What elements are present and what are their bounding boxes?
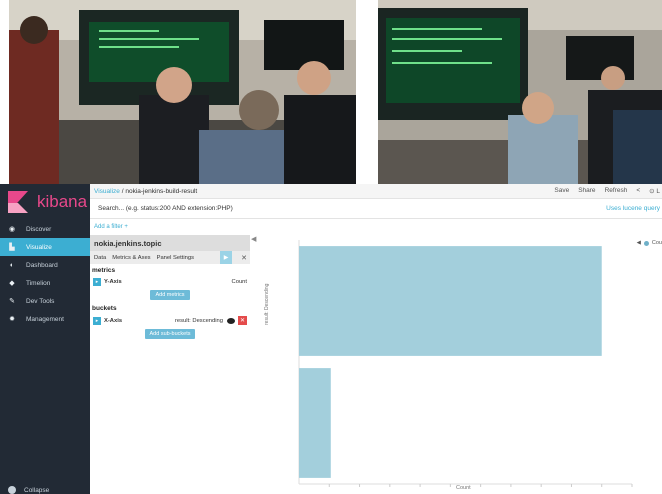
tab-panel-settings[interactable]: Panel Settings (157, 255, 194, 261)
sidebar-item-label: Dashboard (26, 261, 58, 269)
visualization-area: result: Descending ◀ Cou Count (262, 235, 662, 494)
meeting-photo-right (378, 0, 662, 184)
x-axis-label: Count (456, 485, 471, 491)
compass-icon: ◉ (8, 226, 16, 233)
share-button[interactable]: Share (578, 187, 595, 195)
sidebar-item-label: Discover (26, 225, 52, 233)
meeting-photo-left (9, 0, 356, 184)
search-bar: Search... (e.g. status:200 AND extension… (90, 199, 662, 219)
filter-bar: Add a filter + (90, 219, 662, 235)
gear-icon: ✹ (9, 316, 15, 323)
sidebar-item-management[interactable]: ✹ Management (0, 310, 90, 328)
expand-toggle-icon[interactable]: ▸ (93, 278, 101, 286)
bucket-x-axis-row[interactable]: ▸ X-Axis result: Descending ✕ (90, 314, 250, 327)
breadcrumb-current: nokia-jenkins-build-result (125, 187, 198, 195)
sidebar-item-label: Timelion (26, 279, 51, 287)
sidebar-item-discover[interactable]: ◉ Discover (0, 220, 90, 238)
legend: ◀ Cou (637, 240, 662, 246)
chevron-left-icon[interactable]: < (636, 187, 640, 195)
photo-right (378, 0, 662, 184)
metrics-heading: metrics (92, 267, 116, 274)
bucket-value: result: Descending (174, 317, 223, 324)
kibana-wordmark: kibana (37, 192, 88, 211)
y-axis-label: result: Descending (264, 283, 270, 325)
legend-toggle-icon[interactable]: ◀ (637, 240, 641, 246)
sidebar-item-label: Management (26, 315, 64, 323)
photo-left (9, 0, 356, 184)
sidebar-item-visualize[interactable]: ▙ Visualize (0, 238, 90, 256)
visualization-editor: nokia.jenkins.topic Data Metrics & Axes … (90, 235, 250, 494)
collapse-editor-icon[interactable]: ◀ (251, 235, 256, 243)
timelion-icon: ◆ (9, 280, 15, 287)
add-sub-buckets-button[interactable]: Add sub-buckets (144, 329, 196, 339)
chart-bar[interactable] (299, 246, 602, 356)
bucket-axis-label: X-Axis (104, 317, 123, 324)
editor-tabs: Data Metrics & Axes Panel Settings ▶ ✕ (90, 251, 250, 264)
legend-swatch (643, 240, 649, 246)
expand-toggle-icon[interactable]: ▸ (93, 316, 101, 325)
chart-bar[interactable] (299, 368, 331, 478)
metric-axis-label: Y-Axis (104, 279, 122, 285)
sidebar-item-timelion[interactable]: ◆ Timelion (0, 274, 90, 292)
legend-label[interactable]: Cou (652, 240, 662, 246)
refresh-button[interactable]: Refresh (605, 187, 628, 195)
apply-changes-button[interactable]: ▶ (220, 251, 232, 264)
remove-bucket-icon[interactable]: ✕ (238, 316, 247, 325)
kibana-logo[interactable]: kibana (0, 184, 90, 220)
breadcrumb: Visualize / nokia-jenkins-build-result (90, 188, 197, 195)
bar-chart-icon: ▙ (9, 244, 15, 251)
toggle-visibility-icon[interactable] (227, 317, 235, 324)
add-filter-button[interactable]: Add a filter + (94, 224, 128, 230)
kibana-app: kibana ◉ Discover ▙ Visualize ◐ Dashboard ◆ Tim… (0, 184, 662, 494)
index-pattern-title: nokia.jenkins.topic (90, 235, 250, 251)
sidebar-item-dashboard[interactable]: ◐ Dashboard (0, 256, 90, 274)
top-bar: Visualize / nokia-jenkins-build-result S… (90, 184, 662, 199)
bar-chart (298, 240, 633, 487)
lucene-syntax-link[interactable]: Uses lucene query (606, 205, 662, 212)
dashboard-icon: ◐ (9, 261, 15, 269)
breadcrumb-separator: / (121, 187, 124, 195)
wrench-icon: ✎ (9, 298, 15, 305)
tab-data[interactable]: Data (94, 255, 106, 261)
sidebar-item-dev-tools[interactable]: ✎ Dev Tools (0, 292, 90, 310)
sidebar-item-label: Dev Tools (26, 297, 55, 305)
metric-y-axis-row[interactable]: ▸ Y-Axis Count (90, 276, 250, 288)
discard-changes-button[interactable]: ✕ (238, 251, 250, 264)
search-input[interactable]: Search... (e.g. status:200 AND extension… (90, 205, 233, 212)
collapse-button[interactable]: Collapse (8, 486, 49, 494)
sidebar-item-label: Visualize (26, 243, 52, 251)
save-button[interactable]: Save (554, 187, 569, 195)
collapse-icon (8, 486, 16, 494)
sidebar: kibana ◉ Discover ▙ Visualize ◐ Dashboard ◆ Tim… (0, 184, 90, 494)
kibana-logo-icon (8, 191, 28, 213)
buckets-heading: buckets (92, 305, 117, 312)
breadcrumb-visualize-link[interactable]: Visualize (94, 188, 120, 195)
collapse-label: Collapse (24, 486, 50, 494)
tab-metrics-axes[interactable]: Metrics & Axes (112, 255, 150, 261)
metric-value: Count (231, 279, 247, 285)
add-metrics-button[interactable]: Add metrics (150, 290, 190, 300)
time-picker-button[interactable]: ⊙ L (649, 187, 660, 195)
